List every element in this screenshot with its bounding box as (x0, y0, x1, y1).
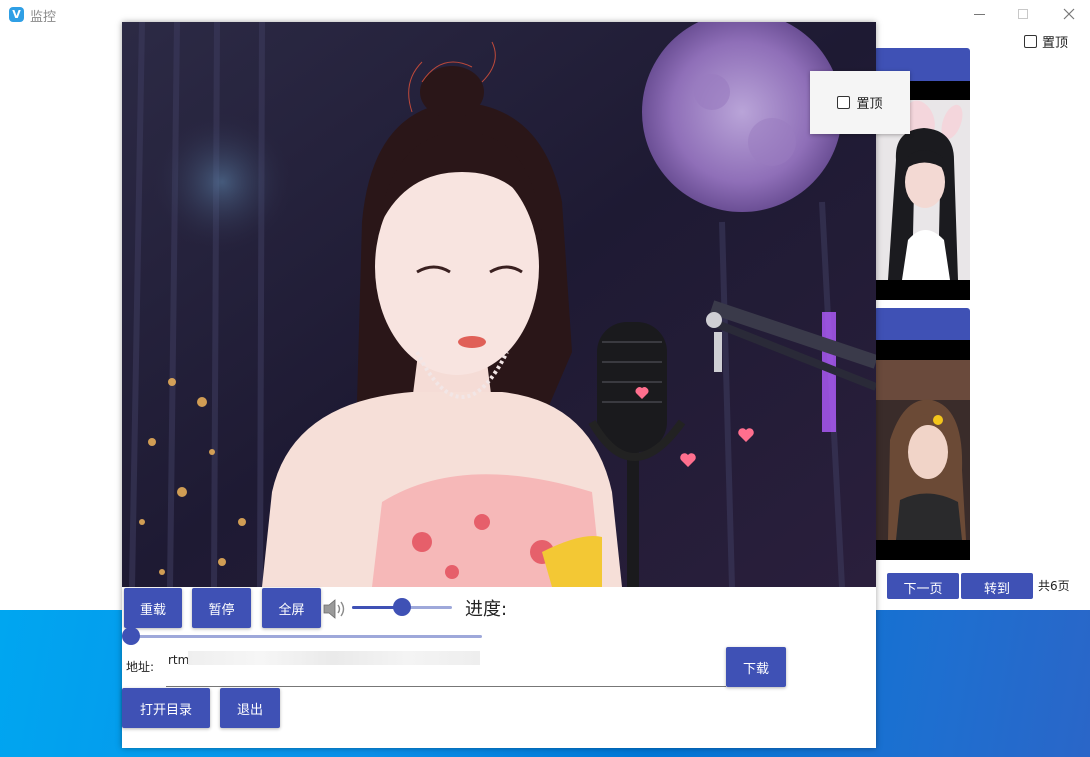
pin-top-checkbox[interactable]: 置顶 (1024, 32, 1068, 51)
fullscreen-button[interactable]: 全屏 (262, 588, 321, 628)
exit-button[interactable]: 退出 (220, 688, 280, 728)
tile-2-bar-top (874, 340, 970, 360)
next-page-button[interactable]: 下一页 (887, 573, 959, 599)
download-button[interactable]: 下载 (726, 647, 786, 687)
tile-2-bar-bottom (874, 540, 970, 560)
window-title: 监控 (30, 10, 57, 25)
goto-button[interactable]: 转到 (961, 573, 1033, 599)
address-value: rtm (168, 653, 190, 667)
pin-popup[interactable]: 置顶 (810, 71, 910, 134)
app-icon: V (9, 7, 24, 22)
pause-button[interactable]: 暂停 (192, 588, 251, 628)
tile-2-header[interactable] (874, 308, 970, 340)
tile-1-bar-bottom (874, 280, 970, 300)
page-total: 共6页 (1038, 579, 1070, 593)
pin-top-label: 置顶 (1042, 36, 1069, 51)
close-icon[interactable] (1055, 4, 1083, 24)
address-label: 地址: (126, 660, 155, 674)
volume-icon[interactable] (322, 598, 348, 620)
checkbox-icon (1024, 35, 1037, 48)
minimize-icon[interactable] (965, 4, 993, 24)
reload-button[interactable]: 重载 (124, 588, 182, 628)
checkbox-icon (837, 96, 851, 109)
progress-label: 进度: (465, 599, 508, 620)
open-directory-button[interactable]: 打开目录 (122, 688, 210, 728)
pin-popup-label: 置顶 (856, 97, 883, 112)
player-dialog: 置顶 重载 暂停 全屏 进度: 地址: rtm 下载 打开目录 退出 (122, 22, 910, 748)
video-view[interactable] (122, 22, 876, 587)
address-redacted (188, 651, 480, 665)
maximize-icon[interactable] (1009, 4, 1037, 24)
tile-2-video[interactable] (874, 360, 970, 540)
